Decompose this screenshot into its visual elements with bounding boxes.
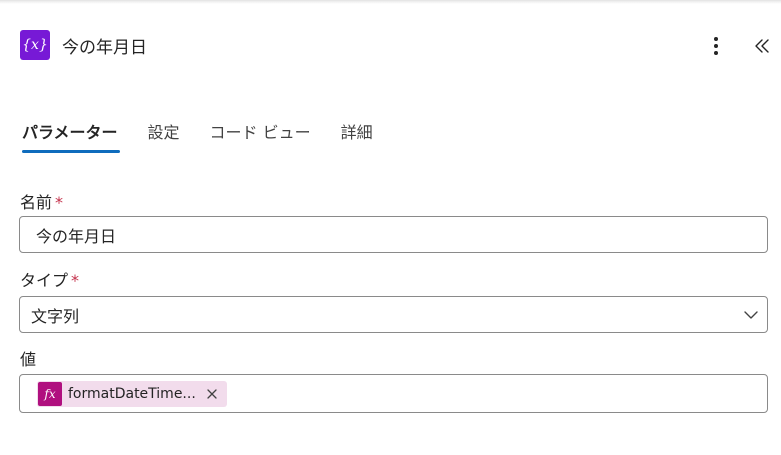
more-dot-icon <box>714 51 718 55</box>
type-dropdown-value: 文字列 <box>31 306 80 326</box>
name-field-label: 名前 * <box>20 189 63 213</box>
remove-token-close-icon[interactable] <box>205 387 219 401</box>
tab-bar: パラメーター 設定 コード ビュー 詳細 <box>20 113 401 157</box>
name-input[interactable]: 今の年月日 <box>19 216 768 253</box>
panel-header: {x} 今の年月日 <box>20 30 147 60</box>
name-label-text: 名前 <box>20 193 53 212</box>
expression-token[interactable]: fx formatDateTime... <box>37 380 227 407</box>
function-icon: fx <box>38 381 62 406</box>
top-shadow <box>0 1 781 4</box>
double-chevron-left-icon <box>755 39 769 53</box>
type-label-text: タイプ <box>20 271 69 290</box>
tab-code-view[interactable]: コード ビュー <box>208 113 313 157</box>
more-options-button[interactable] <box>704 34 728 58</box>
tab-details[interactable]: 詳細 <box>339 113 375 157</box>
required-mark: * <box>71 271 80 290</box>
tab-settings[interactable]: 設定 <box>146 113 182 157</box>
name-input-value: 今の年月日 <box>36 226 117 246</box>
tab-parameters[interactable]: パラメーター <box>20 113 120 157</box>
collapse-panel-button[interactable] <box>750 34 774 58</box>
value-label-text: 値 <box>20 350 37 369</box>
type-field-label: タイプ * <box>20 267 79 291</box>
more-dot-icon <box>714 37 718 41</box>
value-input[interactable]: fx formatDateTime... <box>19 374 768 413</box>
panel-title: 今の年月日 <box>62 37 147 58</box>
expression-token-label: formatDateTime... <box>68 385 196 402</box>
type-dropdown[interactable]: 文字列 <box>19 296 768 333</box>
value-field-label: 値 <box>20 346 36 370</box>
required-mark: * <box>55 193 64 212</box>
variable-settings-panel: {x} 今の年月日 パラメーター 設定 コード ビュー 詳細 名前 * 今の年月日… <box>0 0 781 455</box>
chevron-down-icon <box>744 311 758 319</box>
variable-icon: {x} <box>20 30 50 60</box>
more-dot-icon <box>714 44 718 48</box>
